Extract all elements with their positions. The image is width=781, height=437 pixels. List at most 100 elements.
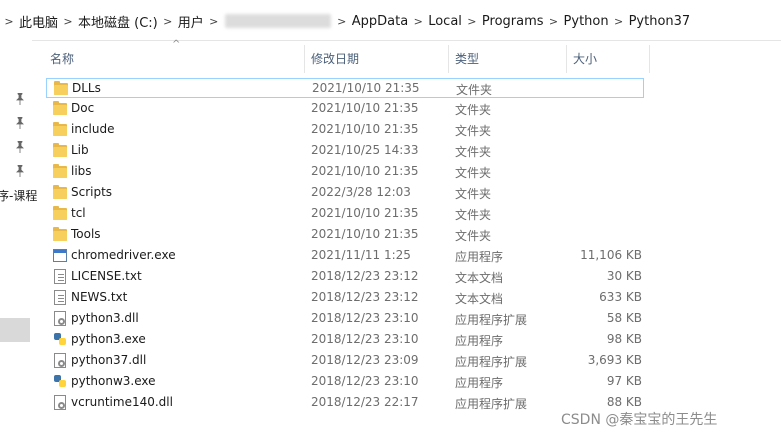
breadcrumb: > 此电脑 > 本地磁盘 (C:) > 用户 > > AppData > Loc… [0, 8, 691, 34]
python-icon [53, 374, 69, 390]
file-name: pythonw3.exe [71, 374, 156, 388]
dll-icon [53, 353, 69, 369]
breadcrumb-python37[interactable]: Python37 [628, 14, 692, 29]
breadcrumb-programs[interactable]: Programs [481, 14, 545, 29]
chevron-right-icon[interactable]: > [545, 15, 563, 28]
chevron-right-icon[interactable]: > [463, 15, 481, 28]
column-header-type[interactable]: 类型 [449, 45, 567, 73]
file-type: 文本文档 [455, 292, 504, 306]
file-name: LICENSE.txt [71, 269, 142, 283]
pin-icon[interactable] [15, 141, 25, 153]
file-date: 2021/11/11 1:25 [311, 248, 411, 262]
breadcrumb-username-redacted[interactable] [224, 14, 331, 28]
nav-item-selected[interactable] [0, 318, 30, 342]
file-name: NEWS.txt [71, 290, 128, 304]
file-row-python3-dll[interactable]: python3.dll 2018/12/23 23:10 应用程序扩展 58 K… [46, 309, 644, 329]
file-type: 应用程序扩展 [455, 355, 528, 369]
file-name: include [71, 122, 115, 136]
file-name: Doc [71, 101, 95, 115]
dll-icon [53, 395, 69, 411]
python-icon [53, 332, 69, 348]
file-date: 2018/12/23 23:10 [311, 374, 419, 388]
file-row-vcruntime140[interactable]: vcruntime140.dll 2018/12/23 22:17 应用程序扩展… [46, 393, 644, 413]
file-row-tcl[interactable]: tcl 2021/10/10 21:35 文件夹 [46, 204, 644, 224]
breadcrumb-users[interactable]: 用户 [177, 12, 205, 31]
file-row-lib[interactable]: Lib 2021/10/25 14:33 文件夹 [46, 141, 644, 161]
folder-icon [53, 143, 69, 159]
chevron-right-icon[interactable]: > [409, 15, 427, 28]
file-name: python3.exe [71, 332, 146, 346]
file-name: tcl [71, 206, 86, 220]
nav-item-partial[interactable]: 序-课程 [0, 187, 37, 204]
file-row-pythonw3-exe[interactable]: pythonw3.exe 2018/12/23 23:10 应用程序 97 KB [46, 372, 644, 392]
text-file-icon [53, 269, 69, 285]
dll-icon [53, 311, 69, 327]
file-size: 88 KB [606, 395, 642, 409]
file-row-doc[interactable]: Doc 2021/10/10 21:35 文件夹 [46, 99, 644, 119]
file-date: 2018/12/23 22:17 [311, 395, 419, 409]
chevron-right-icon[interactable]: > [610, 15, 628, 28]
file-type: 应用程序 [455, 334, 504, 348]
exe-icon [53, 248, 69, 264]
pin-icon[interactable] [15, 117, 25, 129]
file-type: 应用程序 [455, 376, 504, 390]
file-date: 2021/10/10 21:35 [312, 81, 420, 95]
file-row-libs[interactable]: libs 2021/10/10 21:35 文件夹 [46, 162, 644, 182]
pin-icon[interactable] [15, 93, 25, 105]
file-name: python37.dll [71, 353, 147, 367]
file-date: 2021/10/10 21:35 [311, 122, 419, 136]
file-row-python37-dll[interactable]: python37.dll 2018/12/23 23:09 应用程序扩展 3,6… [46, 351, 644, 371]
file-date: 2018/12/23 23:09 [311, 353, 419, 367]
column-header-name[interactable]: 名称 [44, 45, 305, 73]
file-explorer-window: > 此电脑 > 本地磁盘 (C:) > 用户 > > AppData > Loc… [0, 0, 781, 437]
file-type: 文件夹 [455, 187, 492, 201]
file-name: DLLs [72, 81, 101, 95]
file-name: Tools [71, 227, 101, 241]
folder-icon [53, 101, 69, 117]
file-type: 文本文档 [455, 271, 504, 285]
file-name: python3.dll [71, 311, 139, 325]
file-row-dlls[interactable]: DLLs 2021/10/10 21:35 文件夹 [46, 78, 644, 98]
file-type: 文件夹 [455, 103, 492, 117]
chevron-right-icon[interactable]: > [159, 15, 177, 28]
file-type: 文件夹 [455, 229, 492, 243]
breadcrumb-python[interactable]: Python [563, 14, 610, 29]
file-type: 文件夹 [455, 145, 492, 159]
file-row-news[interactable]: NEWS.txt 2018/12/23 23:12 文本文档 633 KB [46, 288, 644, 308]
file-type: 应用程序 [455, 250, 504, 264]
text-file-icon [53, 290, 69, 306]
file-row-scripts[interactable]: Scripts 2022/3/28 12:03 文件夹 [46, 183, 644, 203]
file-size: 58 KB [606, 311, 642, 325]
breadcrumb-this-pc[interactable]: 此电脑 [18, 12, 59, 31]
file-row-python3-exe[interactable]: python3.exe 2018/12/23 23:10 应用程序 98 KB [46, 330, 644, 350]
file-date: 2021/10/10 21:35 [311, 206, 419, 220]
chevron-right-icon[interactable]: > [333, 15, 351, 28]
file-type: 文件夹 [455, 124, 492, 138]
file-size: 633 KB [599, 290, 642, 304]
file-row-license[interactable]: LICENSE.txt 2018/12/23 23:12 文本文档 30 KB [46, 267, 644, 287]
file-name: chromedriver.exe [71, 248, 176, 262]
watermark: CSDN @秦宝宝的王先生 [561, 412, 718, 428]
file-type: 应用程序扩展 [455, 397, 528, 411]
file-size: 30 KB [606, 269, 642, 283]
file-date: 2021/10/10 21:35 [311, 101, 419, 115]
chevron-right-icon[interactable]: > [0, 15, 18, 28]
file-size: 3,693 KB [587, 353, 642, 367]
breadcrumb-local-disk[interactable]: 本地磁盘 (C:) [77, 12, 159, 31]
column-header-date[interactable]: 修改日期 [305, 45, 449, 73]
file-row-include[interactable]: include 2021/10/10 21:35 文件夹 [46, 120, 644, 140]
breadcrumb-local[interactable]: Local [427, 14, 463, 29]
file-date: 2021/10/10 21:35 [311, 227, 419, 241]
chevron-right-icon[interactable]: > [59, 15, 77, 28]
file-row-chromedriver[interactable]: chromedriver.exe 2021/11/11 1:25 应用程序 11… [46, 246, 644, 266]
file-size: 98 KB [606, 332, 642, 346]
column-header-size[interactable]: 大小 [567, 45, 650, 73]
file-size: 11,106 KB [580, 248, 642, 262]
breadcrumb-appdata[interactable]: AppData [351, 14, 409, 29]
chevron-right-icon[interactable]: > [205, 15, 223, 28]
pin-icon[interactable] [15, 165, 25, 177]
file-date: 2021/10/10 21:35 [311, 164, 419, 178]
file-date: 2018/12/23 23:12 [311, 269, 419, 283]
file-row-tools[interactable]: Tools 2021/10/10 21:35 文件夹 [46, 225, 644, 245]
address-bar[interactable]: > 此电脑 > 本地磁盘 (C:) > 用户 > > AppData > Loc… [0, 0, 781, 41]
